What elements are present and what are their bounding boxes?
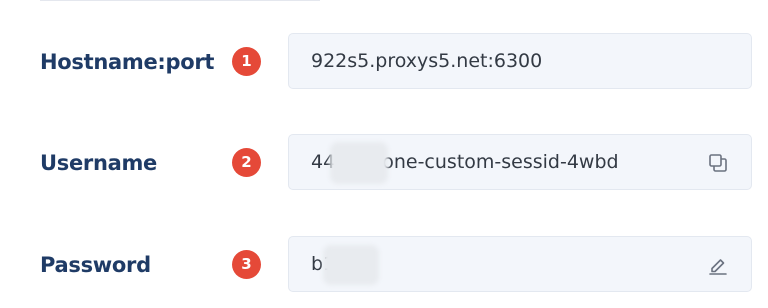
redaction-mask <box>323 245 379 285</box>
hostname-value[interactable]: 922s5.proxys5.net:6300 <box>311 34 542 90</box>
hostname-row: Hostname:port 1 922s5.proxys5.net:6300 <box>0 33 768 91</box>
copy-icon[interactable] <box>707 152 729 174</box>
edit-icon[interactable] <box>707 254 729 276</box>
step-badge-2: 2 <box>232 148 261 177</box>
username-field[interactable]: 44 63-zone-custom-sessid-4wbd <box>288 134 752 190</box>
username-label: Username <box>40 151 157 175</box>
hostname-field[interactable]: 922s5.proxys5.net:6300 <box>288 33 752 89</box>
password-row: Password 3 b1 CM <box>0 236 768 294</box>
password-label: Password <box>40 253 151 277</box>
username-row: Username 2 44 63-zone-custom-sessid-4wbd <box>0 134 768 192</box>
hostname-label: Hostname:port <box>40 50 215 74</box>
step-badge-3: 3 <box>232 250 261 279</box>
step-badge-1: 1 <box>232 47 261 76</box>
redaction-mask <box>330 142 388 184</box>
password-field[interactable]: b1 CM <box>288 236 752 292</box>
section-divider <box>40 0 320 1</box>
